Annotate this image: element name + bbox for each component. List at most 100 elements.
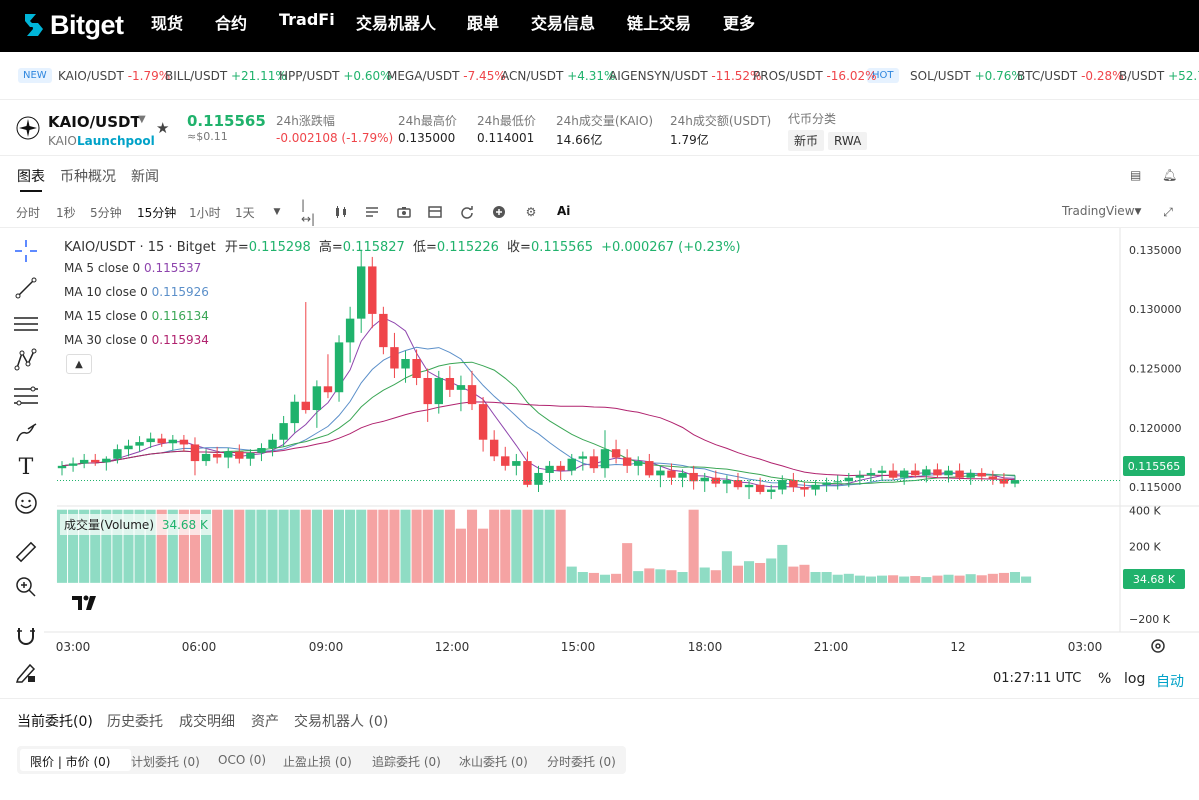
tradingview-dropdown-icon[interactable]: ▼ bbox=[1130, 204, 1146, 220]
price-chart[interactable]: 0.135000 0.130000 0.125000 0.120000 0.115000… bbox=[0, 228, 1199, 668]
subtab-oco[interactable]: OCO (0) bbox=[218, 753, 266, 767]
add-icon[interactable] bbox=[491, 204, 507, 220]
nav-copy[interactable]: 跟单 bbox=[467, 10, 499, 34]
volume-bar bbox=[976, 575, 987, 583]
candle-body bbox=[844, 477, 853, 482]
ticker-item[interactable]: MEGA/USDT -7.45% bbox=[387, 69, 506, 83]
tf-1s[interactable]: 1秒 bbox=[56, 204, 76, 221]
pair-name[interactable]: KAIO/USDT bbox=[48, 113, 141, 131]
ticker-pair: BILL/USDT bbox=[165, 69, 231, 83]
pair-dropdown-icon[interactable]: ▼ bbox=[138, 114, 146, 125]
candle-body bbox=[368, 266, 377, 314]
favorite-star-icon[interactable]: ★ bbox=[156, 119, 169, 137]
ticker-item[interactable]: PROS/USDT -16.02% bbox=[753, 69, 877, 83]
volume-legend[interactable]: 成交量(Volume) 34.68 K bbox=[60, 514, 212, 535]
subtab-tpsl[interactable]: 止盈止损 (0) bbox=[283, 753, 352, 770]
tab-chart[interactable]: 图表 bbox=[17, 166, 45, 186]
candle-type-icon[interactable] bbox=[333, 204, 349, 220]
subtab-iceberg[interactable]: 冰山委托 (0) bbox=[459, 753, 528, 770]
candle-body bbox=[124, 445, 133, 450]
tf-15m[interactable]: 15分钟 bbox=[137, 204, 176, 221]
tf-5m[interactable]: 5分钟 bbox=[90, 204, 122, 221]
ticker-item[interactable]: KAIO/USDT -1.79% bbox=[58, 69, 170, 83]
stat-value: 0.114001 bbox=[477, 131, 535, 145]
volume-tick-label: −200 K bbox=[1129, 613, 1171, 626]
nav-onchain[interactable]: 链上交易 bbox=[627, 10, 691, 34]
nav-more[interactable]: 更多 bbox=[723, 10, 755, 34]
candle-body bbox=[478, 404, 488, 440]
volume-bar bbox=[422, 509, 433, 583]
tab-trade-history[interactable]: 成交明细 bbox=[179, 711, 235, 731]
tradingview-logo[interactable] bbox=[70, 592, 98, 614]
price-tick-label: 0.135000 bbox=[1129, 244, 1182, 257]
candle-body bbox=[977, 472, 986, 477]
chart-settings-icon[interactable] bbox=[1149, 637, 1167, 655]
ticker-item[interactable]: BILL/USDT +21.11% bbox=[165, 69, 287, 83]
tradingview-selector[interactable]: TradingView bbox=[1062, 204, 1135, 218]
candle-body bbox=[711, 477, 721, 484]
volume-bar bbox=[356, 509, 367, 583]
alert-bell-icon[interactable]: 🔔︎ bbox=[1162, 168, 1177, 182]
subtab-trailing[interactable]: 追踪委托 (0) bbox=[372, 753, 441, 770]
candle-body bbox=[113, 449, 122, 459]
orderbook-icon[interactable]: ▤ bbox=[1130, 168, 1141, 182]
candle-body bbox=[489, 439, 499, 457]
time-tick-label: 09:00 bbox=[309, 640, 344, 654]
stat-turnover: 24h成交额(USDT) 1.79亿 bbox=[670, 112, 771, 148]
refresh-icon[interactable] bbox=[459, 204, 475, 220]
ticker-item[interactable]: SOL/USDT +0.76% bbox=[910, 69, 1023, 83]
nav-tradfi[interactable]: TradFi bbox=[279, 10, 335, 29]
tab-open-orders[interactable]: 当前委托(0) bbox=[17, 711, 93, 731]
tf-line[interactable]: 分时 bbox=[16, 204, 40, 221]
settings-gear-icon[interactable]: ⚙ bbox=[523, 204, 539, 220]
new-badge: NEW bbox=[18, 68, 52, 83]
indicator-range-icon[interactable]: |↔| bbox=[301, 198, 317, 226]
volume-tick-label: 400 K bbox=[1129, 505, 1161, 518]
ticker-item[interactable]: HPP/USDT +0.60% bbox=[279, 69, 392, 83]
ai-button[interactable]: Ai bbox=[557, 204, 570, 218]
ticker-pair: PROS/USDT bbox=[753, 69, 827, 83]
subtab-twap[interactable]: 分时委托 (0) bbox=[547, 753, 616, 770]
launchpool-link[interactable]: Launchpool bbox=[77, 134, 155, 148]
ticker-item[interactable]: B/USDT +52.73 bbox=[1119, 69, 1199, 83]
tab-overview[interactable]: 币种概况 bbox=[60, 166, 116, 186]
ticker-item[interactable]: AIGENSYN/USDT -11.52% bbox=[609, 69, 761, 83]
nav-futures[interactable]: 合约 bbox=[215, 10, 247, 34]
indicators-icon[interactable] bbox=[364, 204, 380, 220]
volume-bar bbox=[599, 574, 611, 583]
category-tag[interactable]: 新币 bbox=[788, 130, 825, 151]
tf-1d[interactable]: 1天 bbox=[235, 204, 255, 221]
candle-body bbox=[268, 439, 277, 449]
candle-body bbox=[68, 463, 78, 466]
tf-1h[interactable]: 1小时 bbox=[189, 204, 221, 221]
volume-bar bbox=[1009, 572, 1021, 583]
fullscreen-icon[interactable]: ⤢ bbox=[1160, 204, 1176, 220]
subtab-limit-market[interactable]: 限价 | 市价 (0) bbox=[30, 753, 111, 770]
camera-icon[interactable] bbox=[396, 204, 412, 220]
tab-bots[interactable]: 交易机器人 (0) bbox=[294, 711, 388, 731]
candle-body bbox=[567, 458, 576, 471]
candle-body bbox=[755, 484, 765, 492]
nav-bots[interactable]: 交易机器人 bbox=[356, 10, 436, 34]
category-tag[interactable]: RWA bbox=[828, 132, 868, 150]
nav-info[interactable]: 交易信息 bbox=[531, 10, 595, 34]
utc-clock[interactable]: 01:27:11 UTC bbox=[993, 671, 1081, 686]
volume-bar bbox=[378, 509, 389, 583]
ticker-item[interactable]: BTC/USDT -0.28% bbox=[1017, 69, 1124, 83]
bitget-logo[interactable]: Bitget bbox=[22, 9, 124, 41]
tf-dropdown-icon[interactable]: ▼ bbox=[269, 204, 285, 220]
percent-toggle[interactable]: % bbox=[1098, 671, 1111, 687]
volume-bar bbox=[289, 509, 300, 583]
tab-news[interactable]: 新闻 bbox=[131, 166, 159, 186]
log-toggle[interactable]: log bbox=[1124, 671, 1145, 687]
tab-order-history[interactable]: 历史委托 bbox=[107, 711, 163, 731]
candle-body bbox=[334, 342, 344, 393]
candle-body bbox=[235, 451, 244, 459]
tab-assets[interactable]: 资产 bbox=[251, 711, 279, 731]
auto-scale-toggle[interactable]: 自动 bbox=[1156, 671, 1184, 691]
layout-icon[interactable] bbox=[427, 204, 443, 220]
volume-bar bbox=[721, 551, 732, 583]
subtab-trigger[interactable]: 计划委托 (0) bbox=[131, 753, 200, 770]
nav-spot[interactable]: 现货 bbox=[151, 10, 183, 34]
ticker-item[interactable]: ACN/USDT +4.31% bbox=[501, 69, 615, 83]
